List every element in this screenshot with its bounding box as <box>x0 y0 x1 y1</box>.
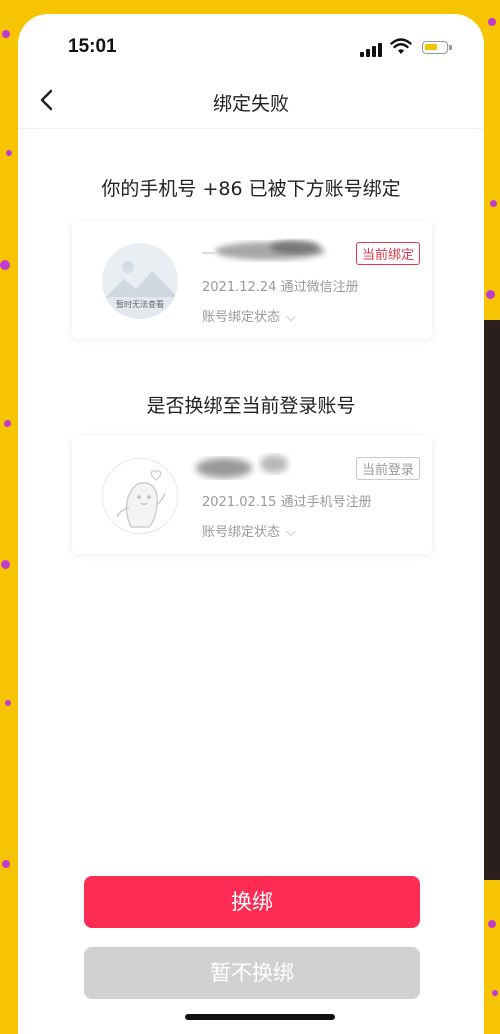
page-title: 绑定失败 <box>212 93 289 115</box>
bound-section-title: 你的手机号 +86 已被下方账号绑定 <box>101 178 401 200</box>
rebind-button[interactable]: 换绑 <box>84 876 420 928</box>
bind-status-toggle[interactable]: 账号绑定状态 ⌵ <box>202 521 296 540</box>
current-bound-badge: 当前绑定 <box>355 242 420 265</box>
background-photo-edge <box>482 320 500 880</box>
avatar-caption: 暂时无法查看 <box>116 300 164 309</box>
bound-account-avatar: 暂时无法查看 <box>102 243 178 319</box>
status-time: 15:01 <box>68 36 117 57</box>
skip-rebind-button[interactable]: 暂不换绑 <box>84 947 420 999</box>
blurred-username <box>184 446 314 478</box>
login-account-card: 当前登录 2021.02.15 通过手机号注册 账号绑定状态 ⌵ <box>72 436 432 554</box>
bind-status-label: 账号绑定状态 <box>202 310 281 325</box>
switch-section-title: 是否换绑至当前登录账号 <box>146 395 356 417</box>
bound-account-card: 暂时无法查看 一 当前绑定 2021.12.24 通过微信注册 账号绑定状态 ⌵ <box>72 221 432 339</box>
bind-status-toggle[interactable]: 账号绑定状态 ⌵ <box>202 306 296 325</box>
current-login-badge: 当前登录 <box>355 457 420 480</box>
phone-screen: 15:01 绑定失败 你的手机号 +86 已被下方账号绑定 暂时无法查看 一 当… <box>18 14 484 1034</box>
chevron-down-icon: ⌵ <box>286 525 296 540</box>
registration-info: 2021.12.24 通过微信注册 <box>202 280 359 295</box>
login-account-avatar <box>102 458 178 534</box>
blurred-username <box>200 235 330 267</box>
battery-icon <box>422 41 452 54</box>
wifi-icon <box>390 38 412 54</box>
status-bar: 15:01 <box>18 14 484 74</box>
navigation-bar: 绑定失败 <box>18 74 484 129</box>
registration-info: 2021.02.15 通过手机号注册 <box>202 495 372 510</box>
username-partial: 一 <box>202 247 216 262</box>
cellular-signal-icon <box>360 43 382 57</box>
chevron-down-icon: ⌵ <box>286 310 296 325</box>
bind-status-label: 账号绑定状态 <box>202 525 281 540</box>
home-indicator[interactable] <box>185 1014 335 1020</box>
